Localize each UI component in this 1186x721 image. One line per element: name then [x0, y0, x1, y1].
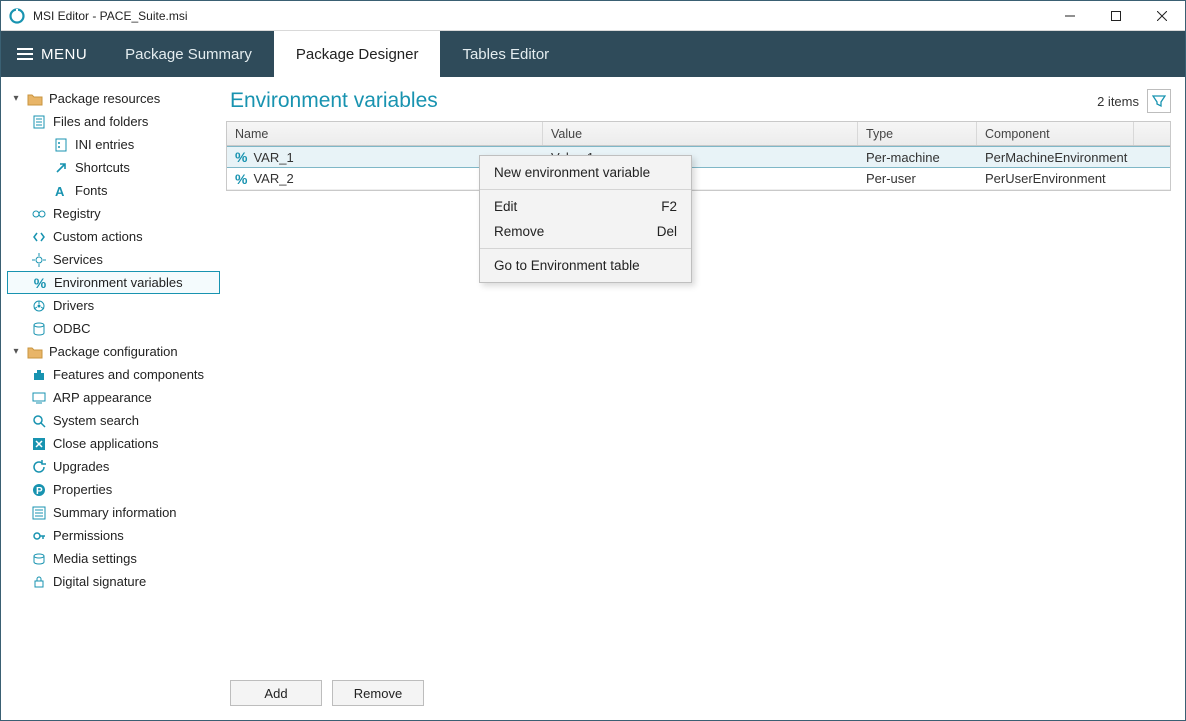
lock-icon — [31, 574, 47, 590]
tree-label: Package resources — [49, 91, 160, 106]
divider — [480, 248, 691, 249]
col-component[interactable]: Component — [977, 122, 1134, 145]
tree-item-arp[interactable]: ARP appearance — [7, 386, 220, 409]
tree-section-config[interactable]: ▾ Package configuration — [7, 340, 220, 363]
folder-icon — [27, 91, 43, 107]
tree-item-features[interactable]: Features and components — [7, 363, 220, 386]
table-row[interactable]: %VAR_2 Per-user PerUserEnvironment — [227, 168, 1170, 190]
ctx-edit[interactable]: EditF2 — [480, 194, 691, 219]
filter-button[interactable] — [1147, 89, 1171, 113]
tree-item-drivers[interactable]: Drivers — [7, 294, 220, 317]
add-button[interactable]: Add — [230, 680, 322, 706]
search-icon — [31, 413, 47, 429]
menu-label: MENU — [41, 46, 87, 63]
panel-title: Environment variables — [230, 89, 438, 113]
list-icon — [31, 505, 47, 521]
tree-item-digital-signature[interactable]: Digital signature — [7, 570, 220, 593]
ini-icon — [53, 137, 69, 153]
key-icon — [31, 528, 47, 544]
tree-section-resources[interactable]: ▾ Package resources — [7, 87, 220, 110]
tree-item-ini[interactable]: INI entries — [7, 133, 220, 156]
driver-icon — [31, 298, 47, 314]
svg-text:P: P — [36, 486, 43, 497]
code-icon — [31, 229, 47, 245]
tab-tables-editor[interactable]: Tables Editor — [440, 31, 571, 77]
tree-item-fonts[interactable]: A Fonts — [7, 179, 220, 202]
col-name[interactable]: Name — [227, 122, 543, 145]
svg-text:A: A — [55, 184, 65, 198]
titlebar: MSI Editor - PACE_Suite.msi — [1, 1, 1185, 31]
tree-item-summary-info[interactable]: Summary information — [7, 501, 220, 524]
disc-icon — [31, 551, 47, 567]
ctx-remove[interactable]: RemoveDel — [480, 219, 691, 244]
ctx-goto-env-table[interactable]: Go to Environment table — [480, 253, 691, 278]
funnel-icon — [1152, 94, 1166, 108]
percent-icon: % — [235, 171, 247, 187]
registry-icon — [31, 206, 47, 222]
tree-item-upgrades[interactable]: Upgrades — [7, 455, 220, 478]
tab-package-designer[interactable]: Package Designer — [274, 31, 441, 77]
tree-item-shortcuts[interactable]: Shortcuts — [7, 156, 220, 179]
context-menu: New environment variable EditF2 RemoveDe… — [479, 155, 692, 283]
table-header: Name Value Type Component — [227, 122, 1170, 146]
panel-footer: Add Remove — [226, 670, 1171, 710]
close-square-icon — [31, 436, 47, 452]
shortcut-icon — [53, 160, 69, 176]
menu-button[interactable]: MENU — [1, 31, 103, 77]
tree-item-registry[interactable]: Registry — [7, 202, 220, 225]
tree-item-files[interactable]: Files and folders — [7, 110, 220, 133]
env-table: Name Value Type Component %VAR_1 Value 1… — [226, 121, 1171, 191]
puzzle-icon — [31, 367, 47, 383]
remove-button[interactable]: Remove — [332, 680, 424, 706]
tree-item-custom-actions[interactable]: Custom actions — [7, 225, 220, 248]
hamburger-icon — [17, 48, 33, 60]
p-circle-icon: P — [31, 482, 47, 498]
gear-icon — [31, 252, 47, 268]
tab-package-summary[interactable]: Package Summary — [103, 31, 274, 77]
database-icon — [31, 321, 47, 337]
col-spacer — [1134, 122, 1170, 145]
monitor-icon — [31, 390, 47, 406]
refresh-icon — [31, 459, 47, 475]
close-button[interactable] — [1139, 1, 1185, 31]
tree-item-properties[interactable]: P Properties — [7, 478, 220, 501]
tree-item-system-search[interactable]: System search — [7, 409, 220, 432]
folder-icon — [27, 344, 43, 360]
caret-down-icon: ▾ — [11, 346, 21, 357]
tree-item-odbc[interactable]: ODBC — [7, 317, 220, 340]
col-type[interactable]: Type — [858, 122, 977, 145]
col-value[interactable]: Value — [543, 122, 858, 145]
tree-item-services[interactable]: Services — [7, 248, 220, 271]
percent-icon: % — [32, 275, 48, 291]
font-icon: A — [53, 183, 69, 199]
item-count: 2 items — [1097, 94, 1139, 109]
minimize-button[interactable] — [1047, 1, 1093, 31]
percent-icon: % — [235, 149, 247, 165]
sidebar: ▾ Package resources Files and folders IN… — [1, 77, 226, 720]
tree-item-environment-variables[interactable]: % Environment variables — [7, 271, 220, 294]
document-icon — [31, 114, 47, 130]
tree-item-close-apps[interactable]: Close applications — [7, 432, 220, 455]
menubar: MENU Package Summary Package Designer Ta… — [1, 31, 1185, 77]
table-row[interactable]: %VAR_1 Value 1 Per-machine PerMachineEnv… — [227, 146, 1170, 168]
app-icon — [9, 8, 25, 24]
window-title: MSI Editor - PACE_Suite.msi — [33, 9, 1047, 23]
caret-down-icon: ▾ — [11, 93, 21, 104]
ctx-new-env-var[interactable]: New environment variable — [480, 160, 691, 185]
tree-item-permissions[interactable]: Permissions — [7, 524, 220, 547]
maximize-button[interactable] — [1093, 1, 1139, 31]
tree-item-media[interactable]: Media settings — [7, 547, 220, 570]
divider — [480, 189, 691, 190]
main-panel: Environment variables 2 items Name Value… — [226, 77, 1185, 720]
